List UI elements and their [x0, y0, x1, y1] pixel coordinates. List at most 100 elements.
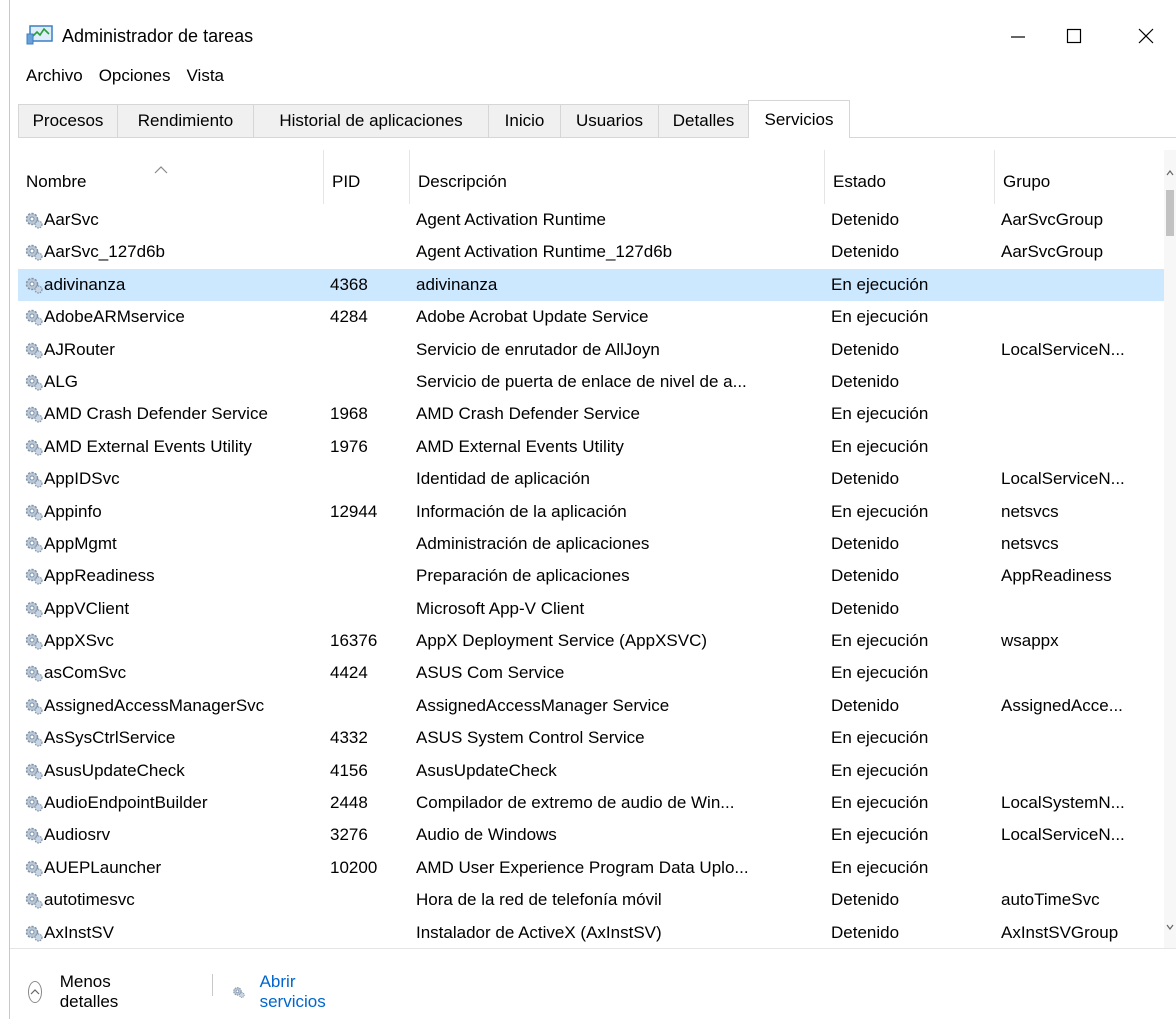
- window-left-border: [9, 0, 10, 1019]
- scroll-thumb[interactable]: [1166, 190, 1174, 236]
- column-header-label: PID: [332, 172, 361, 191]
- service-gear-icon: [25, 245, 43, 261]
- scroll-down-icon[interactable]: [1166, 924, 1174, 930]
- cell-name: adivinanza: [24, 269, 324, 301]
- cell-description: Servicio de puerta de enlace de nivel de…: [416, 371, 747, 391]
- cell-name: AsusUpdateCheck: [24, 755, 324, 787]
- column-header-descripcion[interactable]: Descripción: [410, 150, 825, 204]
- cell-pid: 12944: [330, 501, 378, 521]
- cell-name: AppVClient: [24, 593, 324, 625]
- window-title: Administrador de tareas: [62, 26, 254, 46]
- menu-opciones[interactable]: Opciones: [99, 66, 171, 90]
- cell-name: AMD External Events Utility: [24, 431, 324, 463]
- cell-group: [1001, 852, 1161, 884]
- tab-detalles[interactable]: Detalles: [658, 104, 749, 137]
- table-row[interactable]: AMD External Events Utility 1976 AMD Exter…: [18, 431, 1164, 463]
- table-row[interactable]: adivinanza 4368 adivinanza En ejecución: [18, 268, 1164, 302]
- close-button[interactable]: [1118, 14, 1174, 58]
- cell-description: Audio de Windows: [416, 825, 557, 845]
- cell-state: En ejecución: [831, 857, 929, 877]
- menu-vista[interactable]: Vista: [187, 66, 225, 90]
- table-row[interactable]: AppVClient Microsoft App-V Client Detenido: [18, 593, 1164, 625]
- table-row[interactable]: AppReadiness Preparación de aplicaciones D…: [18, 560, 1164, 592]
- cell-group: [1001, 722, 1161, 754]
- tab-servicios[interactable]: Servicios: [748, 100, 850, 138]
- service-gear-icon: [25, 504, 43, 521]
- cell-pid: 4424: [330, 663, 368, 683]
- table-row[interactable]: AarSvc Agent Activation Runtime Detenido Aa…: [18, 204, 1164, 236]
- cell-pid: 4284: [330, 307, 368, 327]
- cell-state: En ejecución: [831, 501, 929, 521]
- table-row[interactable]: AJRouter Servicio de enrutador de AllJoyn…: [18, 334, 1164, 366]
- service-gear-icon: [25, 601, 43, 618]
- table-row[interactable]: AppXSvc 16376 AppX Deployment Service (App…: [18, 625, 1164, 657]
- service-name: AppXSvc: [44, 631, 114, 651]
- cell-group: LocalSystemN...: [1001, 793, 1125, 813]
- open-services-label: Abrir servicios: [259, 972, 326, 1011]
- cell-name: autotimesvc: [24, 884, 324, 916]
- service-name: Appinfo: [44, 501, 102, 521]
- cell-pid: [330, 690, 410, 722]
- cell-group: [1001, 657, 1161, 689]
- cell-description: Preparación de aplicaciones: [416, 566, 630, 586]
- service-gear-icon: [25, 731, 43, 747]
- service-name: AssignedAccessManagerSvc: [44, 695, 265, 715]
- task-manager-icon: [26, 25, 53, 45]
- table-row[interactable]: Appinfo 12944 Información de la aplicación…: [18, 496, 1164, 528]
- service-name: AsusUpdateCheck: [44, 760, 185, 780]
- vertical-scrollbar[interactable]: [1164, 150, 1176, 948]
- minimize-button[interactable]: [990, 14, 1046, 58]
- column-header-nombre[interactable]: Nombre: [18, 150, 324, 204]
- less-details-button[interactable]: Menos detalles: [28, 972, 127, 1012]
- service-gear-icon: [25, 569, 43, 585]
- footer-divider: [10, 948, 1176, 949]
- service-name: Audiosrv: [44, 825, 111, 845]
- cell-name: AdobeARMservice: [24, 301, 324, 333]
- table-row[interactable]: AarSvc_127d6b Agent Activation Runtime_12…: [18, 236, 1164, 268]
- open-services-link[interactable]: Abrir servicios: [232, 972, 332, 1012]
- table-row[interactable]: AsusUpdateCheck 4156 AsusUpdateCheck En eje…: [18, 755, 1164, 787]
- cell-description: ASUS System Control Service: [416, 728, 645, 748]
- cell-state: En ejecución: [831, 274, 929, 294]
- menu-archivo[interactable]: Archivo: [26, 66, 83, 90]
- service-gear-icon: [25, 860, 43, 877]
- table-row[interactable]: AdobeARMservice 4284 Adobe Acrobat Update …: [18, 301, 1164, 333]
- service-name: AJRouter: [44, 339, 115, 359]
- table-row[interactable]: AUEPLauncher 10200 AMD User Experience Pro…: [18, 852, 1164, 884]
- tab-usuarios[interactable]: Usuarios: [560, 104, 659, 137]
- cell-name: AppIDSvc: [24, 463, 324, 495]
- service-name: AppReadiness: [44, 566, 155, 586]
- table-row[interactable]: autotimesvc Hora de la red de telefonía m…: [18, 884, 1164, 916]
- cell-name: AJRouter: [24, 334, 324, 366]
- column-header-grupo[interactable]: Grupo: [995, 150, 1164, 204]
- table-row[interactable]: AppIDSvc Identidad de aplicación Detenido L…: [18, 463, 1164, 495]
- table-row[interactable]: AxInstSV Instalador de ActiveX (AxInstSV)…: [18, 917, 1164, 948]
- cell-pid: [330, 528, 410, 560]
- column-header-label: Descripción: [418, 172, 507, 191]
- column-header-estado[interactable]: Estado: [825, 150, 995, 204]
- column-header-pid[interactable]: PID: [324, 150, 410, 204]
- table-row[interactable]: Audiosrv 3276 Audio de Windows En ejecución…: [18, 819, 1164, 851]
- tab-historial[interactable]: Historial de aplicaciones: [253, 104, 489, 137]
- tab-rendimiento[interactable]: Rendimiento: [117, 104, 254, 137]
- cell-description: adivinanza: [416, 274, 498, 294]
- table-row[interactable]: AsSysCtrlService 4332 ASUS System Control …: [18, 722, 1164, 754]
- menu-bar: Archivo Opciones Vista: [26, 66, 240, 90]
- scroll-up-icon[interactable]: [1166, 170, 1174, 176]
- cell-group: AarSvcGroup: [1001, 210, 1104, 229]
- maximize-icon: [1066, 28, 1082, 44]
- table-row[interactable]: AssignedAccessManagerSvc AssignedAccessMa…: [18, 690, 1164, 722]
- table-row[interactable]: AudioEndpointBuilder 2448 Compilador de ex…: [18, 787, 1164, 819]
- table-row[interactable]: AppMgmt Administración de aplicaciones Det…: [18, 528, 1164, 560]
- tab-procesos[interactable]: Procesos: [18, 104, 118, 137]
- tab-inicio[interactable]: Inicio: [488, 104, 561, 137]
- table-row[interactable]: asComSvc 4424 ASUS Com Service En ejecución: [18, 657, 1164, 689]
- cell-state: Detenido: [831, 210, 900, 229]
- cell-state: En ejecución: [831, 728, 929, 748]
- gear-icon: [233, 987, 245, 998]
- table-row[interactable]: ALG Servicio de puerta de enlace de nivel…: [18, 366, 1164, 398]
- service-gear-icon: [25, 795, 43, 812]
- maximize-button[interactable]: [1046, 14, 1102, 58]
- cell-description: Agent Activation Runtime_127d6b: [416, 242, 673, 262]
- table-row[interactable]: AMD Crash Defender Service 1968 AMD Crash …: [18, 398, 1164, 430]
